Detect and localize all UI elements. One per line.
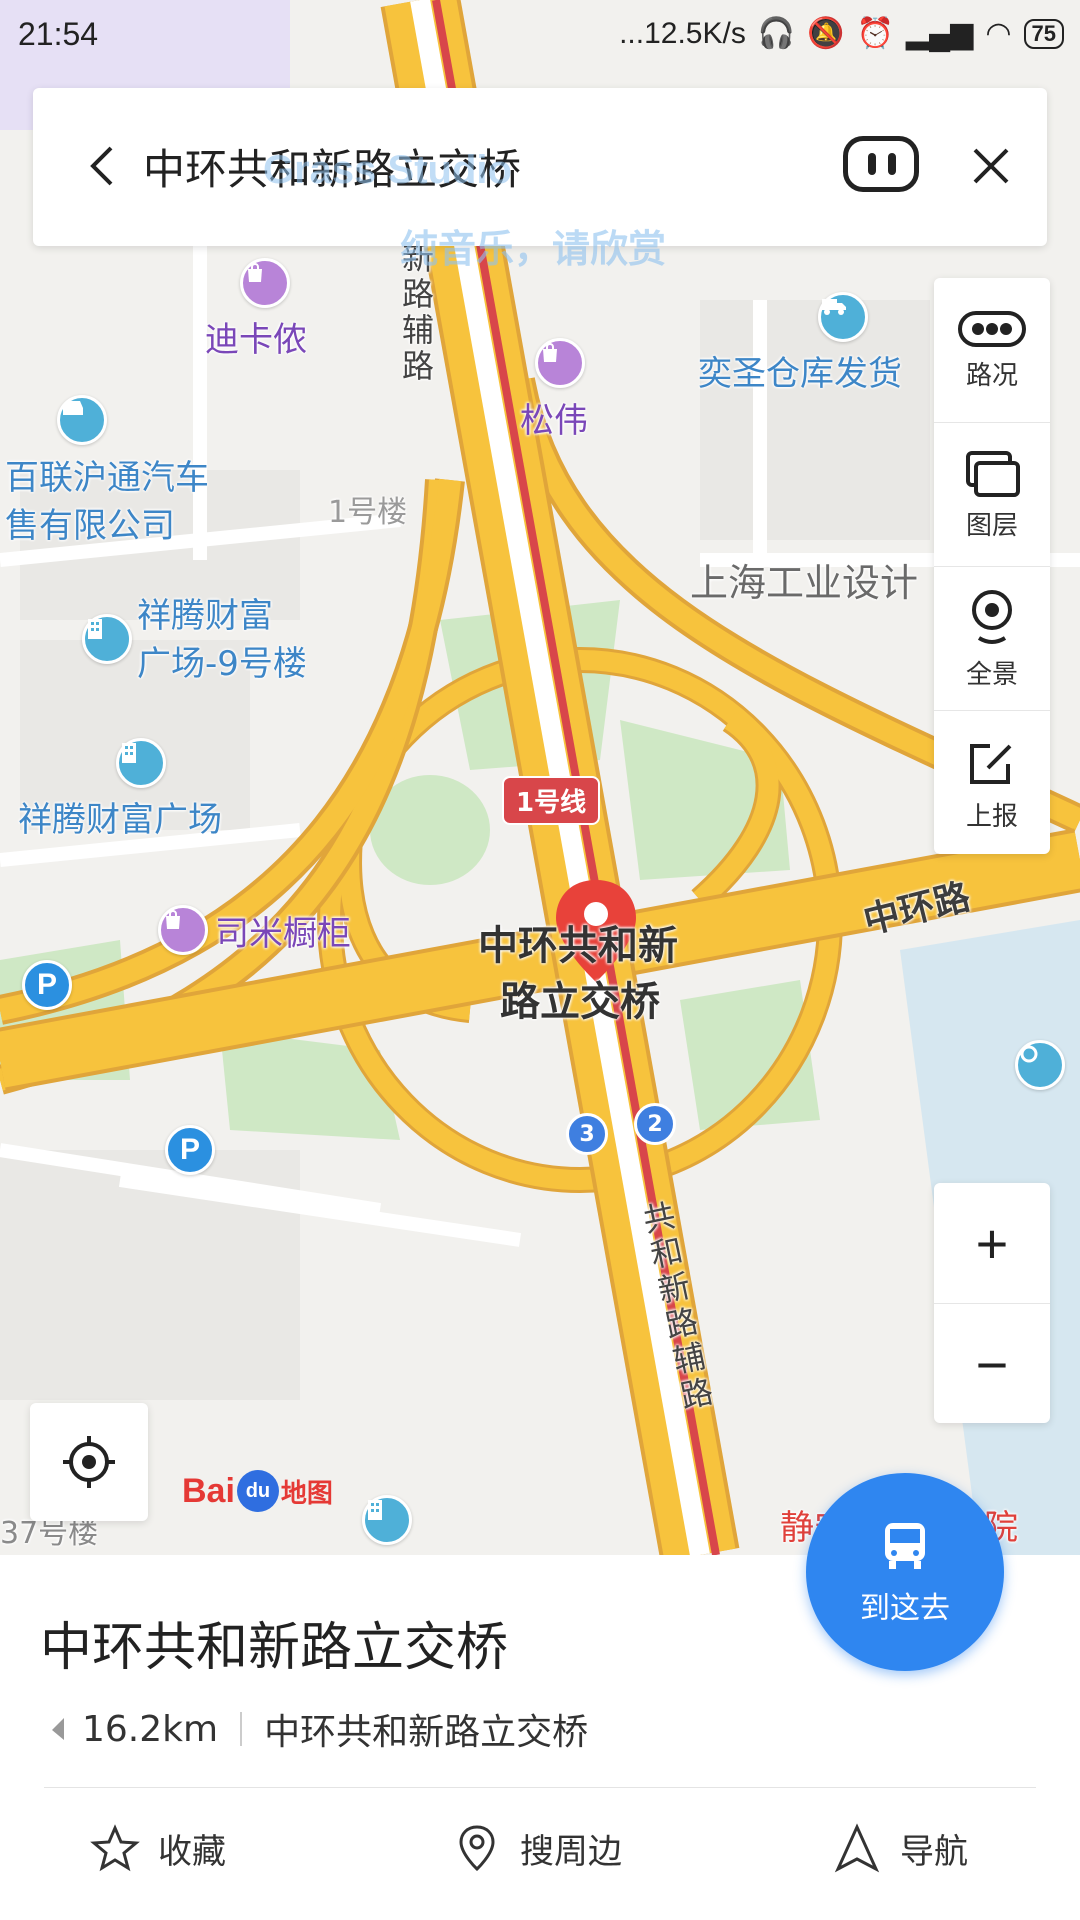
car-icon[interactable]	[57, 395, 107, 445]
office-building-icon[interactable]	[362, 1495, 412, 1545]
battery-icon: 75	[1023, 18, 1064, 49]
poi-label-bailian-line1[interactable]: 百联沪通汽车	[5, 450, 209, 499]
place-name: 中环共和新路立交桥	[40, 1618, 509, 1678]
navigate-button[interactable]: 导航	[832, 1823, 968, 1873]
locate-button[interactable]	[30, 1403, 148, 1521]
poi-label-xiangteng9-line2[interactable]: 广场-9号楼	[137, 636, 307, 685]
direction-arrow-icon	[42, 1718, 64, 1740]
poi-label-dikaxi[interactable]: 迪卡侬	[205, 312, 307, 361]
sheet-divider	[44, 1787, 1036, 1788]
wifi-icon: ◠	[985, 17, 1012, 50]
close-icon[interactable]	[961, 136, 1021, 196]
tool-panorama[interactable]: 全景	[934, 566, 1050, 711]
star-icon	[90, 1824, 140, 1872]
shopping-bag-icon[interactable]	[240, 258, 290, 308]
tool-layers-label: 图层	[965, 510, 1018, 541]
watermark-text: Grass Studio	[263, 148, 512, 192]
place-distance: 16.2km	[82, 1708, 219, 1750]
crosshair-icon	[63, 1436, 115, 1488]
tool-traffic[interactable]: 路况	[934, 278, 1050, 422]
status-icons: ...12.5K/s 🎧 🔕 ⏰ ▂▄▆ ◠ 75	[619, 16, 1064, 51]
go-here-button[interactable]: 到这去	[806, 1473, 1004, 1671]
zoom-controls: + −	[934, 1183, 1050, 1423]
layers-icon	[966, 450, 1020, 497]
back-icon[interactable]	[73, 136, 133, 196]
poi-label-simi[interactable]: 司米橱柜	[215, 906, 351, 955]
poi-label-songwei[interactable]: 松伟	[520, 393, 588, 442]
map-tools-panel: 路况 图层 全景 上报	[934, 278, 1050, 854]
poi-label-xiangteng[interactable]: 祥腾财富广场	[18, 792, 222, 841]
traffic-icon	[958, 310, 1026, 347]
assistant-robot-icon[interactable]	[843, 136, 919, 192]
truck-icon[interactable]	[818, 292, 868, 342]
shopping-bag-icon[interactable]	[158, 905, 208, 955]
logo-text: Bai	[182, 1471, 235, 1510]
meta-separator	[240, 1712, 243, 1746]
signal-icon: ▂▄▆	[905, 17, 974, 50]
place-meta: 16.2km 中环共和新路立交桥	[38, 1703, 588, 1755]
shopping-bag-icon[interactable]	[535, 338, 585, 388]
mute-icon: 🔕	[807, 17, 845, 50]
baidu-map-logo: Bai du 地图	[182, 1470, 333, 1512]
poi-label-shanghai-industry[interactable]: 上海工业设计	[690, 552, 918, 607]
poi-label-bailian-line2[interactable]: 售有限公司	[5, 498, 175, 547]
zoom-out-button[interactable]: −	[934, 1303, 1050, 1424]
bus-icon	[885, 1523, 925, 1569]
network-speed: ...12.5K/s	[619, 16, 746, 50]
go-here-label: 到这去	[860, 1591, 950, 1626]
watermark-subtext: 纯音乐，请欣赏	[400, 227, 667, 271]
tool-report[interactable]: 上报	[934, 710, 1050, 855]
tool-report-label: 上报	[965, 801, 1018, 832]
place-address: 中环共和新路立交桥	[264, 1712, 589, 1753]
paw-icon: du	[236, 1470, 279, 1512]
navigate-label: 导航	[900, 1831, 968, 1872]
building-label-1: 1号楼	[328, 495, 408, 530]
status-bar: 21:54 ...12.5K/s 🎧 🔕 ⏰ ▂▄▆ ◠ 75	[0, 0, 1080, 72]
office-building-icon[interactable]	[116, 738, 166, 788]
location-pin-icon	[459, 1825, 495, 1872]
parking-icon[interactable]: P	[22, 960, 72, 1010]
metro-line-tag[interactable]: 1号线	[502, 776, 601, 825]
headphones-icon: 🎧	[757, 17, 796, 50]
exit-marker-3[interactable]: 3	[566, 1113, 608, 1155]
navigation-arrow-icon	[834, 1823, 880, 1873]
panorama-icon	[972, 589, 1012, 644]
exit-marker-2[interactable]: 2	[634, 1103, 676, 1145]
tool-traffic-label: 路况	[965, 360, 1018, 391]
search-nearby-button[interactable]: 搜周边	[452, 1823, 622, 1873]
favorite-button[interactable]: 收藏	[90, 1823, 226, 1873]
pin-label-line2[interactable]: 路立交桥	[500, 974, 660, 1030]
favorite-label: 收藏	[158, 1831, 226, 1872]
zoom-in-button[interactable]: +	[934, 1183, 1050, 1303]
office-building-icon[interactable]	[82, 614, 132, 664]
map-app: 迪卡侬 松伟 奕圣仓库发货 百联沪通汽车 售有限公司 1号楼 上海工业设计 祥腾…	[0, 0, 1080, 1920]
tool-layers[interactable]: 图层	[934, 422, 1050, 567]
alarm-icon: ⏰	[856, 17, 894, 50]
poi-label-xiangteng9-line1[interactable]: 祥腾财富	[137, 588, 273, 637]
report-icon	[970, 743, 1012, 784]
parking-icon[interactable]: P	[165, 1125, 215, 1175]
status-time: 21:54	[18, 16, 99, 52]
logo-suffix: 地图	[280, 1477, 333, 1508]
search-nearby-label: 搜周边	[520, 1831, 622, 1872]
service-icon[interactable]	[1015, 1040, 1065, 1090]
poi-label-yisheng[interactable]: 奕圣仓库发货	[698, 346, 902, 395]
pin-label-line1[interactable]: 中环共和新	[478, 918, 678, 974]
tool-panorama-label: 全景	[965, 659, 1018, 690]
